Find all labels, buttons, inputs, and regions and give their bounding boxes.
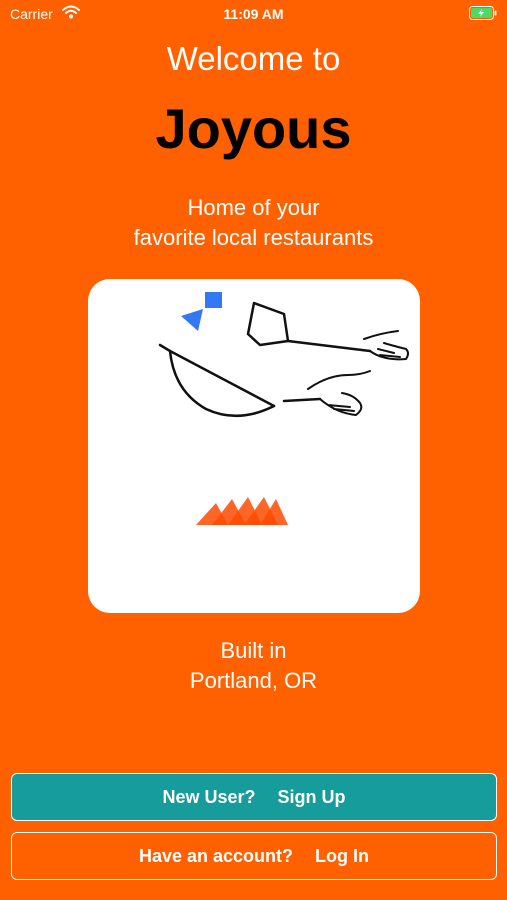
sign-up-label: Sign Up <box>277 786 346 807</box>
tagline: Home of your favorite local restaurants <box>0 193 507 253</box>
status-time: 11:09 AM <box>223 6 284 22</box>
hand-lower-icon <box>307 370 371 417</box>
blue-square-shape <box>205 292 222 308</box>
log-in-button[interactable]: Have an account? Log In <box>11 832 497 880</box>
app-title: Joyous <box>155 97 352 160</box>
log-in-prompt: Have an account? <box>138 845 294 866</box>
location-note-line-1: Built in <box>220 638 287 663</box>
illustration-card <box>88 279 420 613</box>
battery-charging-icon <box>469 6 497 25</box>
sign-up-prompt: New User? <box>162 786 256 807</box>
tagline-line-2: favorite local restaurants <box>133 225 374 250</box>
sign-up-button[interactable]: New User? Sign Up <box>11 773 497 821</box>
location-note: Built in Portland, OR <box>0 636 507 696</box>
wok-cooking-illustration <box>158 292 409 525</box>
spatula-icon <box>246 301 290 347</box>
status-bar: Carrier 11:09 AM <box>0 0 507 28</box>
tagline-line-1: Home of your <box>187 195 320 220</box>
hand-upper-icon <box>363 330 409 361</box>
welcome-screen: Carrier 11:09 AM Welcome to Joyous Home … <box>0 0 507 900</box>
blue-triangle-shape <box>181 309 203 331</box>
location-note-line-2: Portland, OR <box>189 668 318 693</box>
log-in-label: Log In <box>315 845 370 866</box>
welcome-heading: Welcome to <box>166 40 341 77</box>
